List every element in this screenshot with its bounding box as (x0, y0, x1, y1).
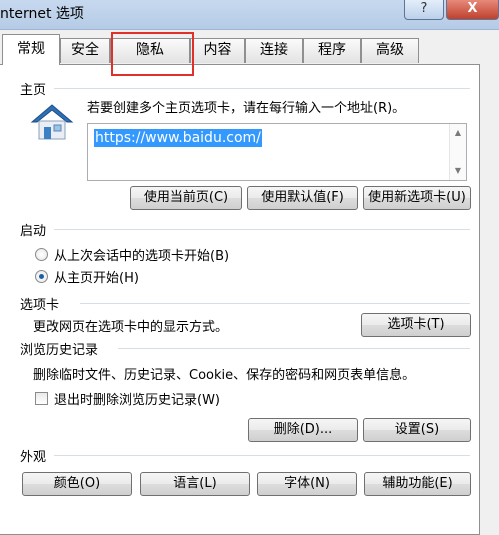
startup-group-line (54, 229, 470, 230)
tabs-group-label: 选项卡 (20, 298, 60, 313)
start-home-label: 从主页开始(H) (54, 271, 139, 286)
scroll-up-icon[interactable]: ▲ (450, 126, 466, 140)
accessibility-button[interactable]: 辅助功能(E) (364, 472, 471, 496)
tabs-settings-button[interactable]: 选项卡(T) (361, 313, 471, 337)
languages-button[interactable]: 语言(L) (140, 472, 250, 496)
use-new-tab-button[interactable]: 使用新选项卡(U) (363, 186, 471, 210)
tab-strip: 常规 安全 隐私 内容 连接 程序 高级 (0, 34, 499, 65)
start-last-session-label: 从上次会话中的选项卡开始(B) (54, 249, 230, 264)
delete-history-button[interactable]: 删除(D)... (248, 418, 358, 442)
delete-on-exit-checkbox[interactable] (35, 392, 48, 405)
tab-general[interactable]: 常规 (2, 34, 60, 65)
use-default-button[interactable]: 使用默认值(F) (247, 186, 358, 210)
history-description: 删除临时文件、历史记录、Cookie、保存的密码和网页表单信息。 (33, 368, 416, 383)
scroll-down-icon[interactable]: ▼ (450, 164, 466, 178)
home-page-url: https://www.baidu.com/ (94, 129, 262, 147)
home-group-label: 主页 (20, 83, 47, 98)
history-group-line (118, 348, 470, 349)
tab-connections[interactable]: 连接 (245, 38, 303, 63)
title-bar: nternet 选项 ? X (0, 0, 499, 30)
help-button[interactable]: ? (404, 0, 444, 20)
appearance-group-label: 外观 (20, 450, 47, 465)
home-instruction: 若要创建多个主页选项卡，请在每行输入一个地址(R)。 (87, 101, 406, 116)
use-current-button[interactable]: 使用当前页(C) (130, 186, 242, 210)
close-button[interactable]: X (446, 0, 499, 20)
tab-content[interactable]: 内容 (190, 38, 245, 63)
tab-advanced[interactable]: 高级 (361, 38, 419, 63)
startup-group-label: 启动 (20, 224, 47, 239)
colors-button[interactable]: 颜色(O) (22, 472, 132, 496)
dialog-edge (480, 64, 499, 535)
radio-start-home[interactable] (35, 270, 48, 283)
fonts-button[interactable]: 字体(N) (257, 472, 357, 496)
radio-start-last-session[interactable] (35, 248, 48, 261)
tabs-group-line (80, 303, 470, 304)
home-group-line (54, 88, 470, 89)
tab-programs[interactable]: 程序 (303, 38, 361, 63)
history-group-label: 浏览历史记录 (20, 343, 99, 358)
tab-privacy[interactable]: 隐私 (110, 38, 190, 63)
appearance-group-line (54, 455, 470, 456)
home-page-urls-input[interactable]: https://www.baidu.com/ ▲ ▼ (87, 123, 467, 181)
delete-on-exit-label: 退出时删除浏览历史记录(W) (54, 393, 220, 408)
history-settings-button[interactable]: 设置(S) (363, 418, 471, 442)
tabs-description: 更改网页在选项卡中的显示方式。 (33, 320, 229, 335)
textarea-scrollbar[interactable]: ▲ ▼ (449, 124, 466, 180)
window-title: nternet 选项 (0, 6, 84, 22)
home-icon (30, 104, 74, 140)
tab-security[interactable]: 安全 (60, 38, 110, 63)
